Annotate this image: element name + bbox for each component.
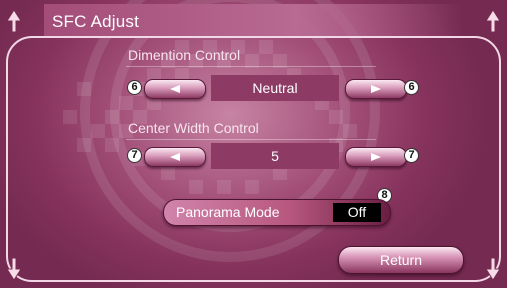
return-button[interactable]: Return — [338, 246, 464, 274]
center-width-increase-button[interactable] — [345, 147, 407, 167]
dimension-control-label: Dimention Control — [128, 47, 241, 63]
center-width-control-label: Center Width Control — [128, 120, 259, 136]
callout-badge: 6 — [127, 80, 142, 95]
page-title: SFC Adjust — [52, 12, 140, 31]
callout-badge: 7 — [404, 148, 419, 163]
panorama-mode-label: Panorama Mode — [176, 204, 280, 220]
panorama-mode-value: Off — [333, 203, 381, 222]
right-arrow-icon — [371, 153, 381, 161]
dimension-increase-button[interactable] — [345, 79, 407, 99]
sfc-adjust-screen: SFC Adjust Dimention Control 6 Neutral 6… — [0, 0, 507, 288]
callout-badge: 6 — [404, 80, 419, 95]
divider — [126, 66, 376, 67]
divider — [126, 139, 376, 140]
callout-badge: 7 — [127, 148, 142, 163]
right-arrow-icon — [371, 85, 381, 93]
left-arrow-icon — [170, 153, 180, 161]
center-width-value: 5 — [211, 143, 339, 169]
up-arrow-icon[interactable] — [7, 10, 21, 32]
down-arrow-icon[interactable] — [486, 258, 500, 280]
left-arrow-icon — [170, 85, 180, 93]
dimension-value: Neutral — [211, 75, 339, 101]
panorama-mode-button[interactable]: Panorama Mode Off — [163, 199, 391, 226]
down-arrow-icon[interactable] — [7, 258, 21, 280]
center-width-decrease-button[interactable] — [144, 147, 206, 167]
up-arrow-icon[interactable] — [486, 10, 500, 32]
dimension-decrease-button[interactable] — [144, 79, 206, 99]
